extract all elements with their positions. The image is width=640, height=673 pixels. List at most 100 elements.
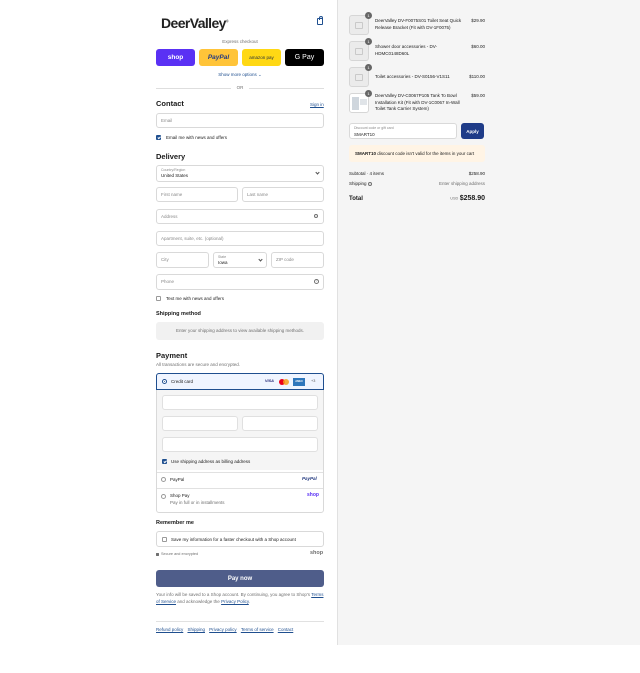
shop-pay-radio[interactable] [161,494,166,499]
state-select[interactable]: State Iowa [213,252,267,268]
terms-of-service-footer-link[interactable]: Terms of service [241,627,274,632]
shop-pay-button[interactable]: shop [156,49,195,66]
zip-field[interactable]: ZIP code [271,252,324,268]
total-label: Total [349,196,363,202]
save-info-checkbox[interactable] [162,537,167,542]
payment-subtext: All transactions are secure and encrypte… [156,362,241,367]
legal-text-part: and acknowledge the [177,598,220,604]
quantity-badge: 1 [365,38,372,45]
card-security-code-field[interactable] [242,416,318,431]
apply-button[interactable]: Apply [461,123,484,139]
shop-pay-label: Shop Pay [170,493,190,498]
text-news-label: Text me with news and offers [166,296,224,301]
legal-period: . [248,598,251,604]
item-name: DeerValley DV-C0067P105 Tank To Bowl Ins… [375,93,460,111]
card-name-field[interactable] [162,437,318,452]
text-news-checkbox[interactable] [156,296,161,301]
credit-card-radio[interactable] [162,379,167,384]
billing-same-checkbox[interactable] [162,459,167,464]
mastercard-circle-orange [283,379,289,385]
pay-now-button[interactable]: Pay now [156,570,324,587]
chevron-down-icon [315,170,320,175]
lock-icon [156,553,159,556]
secure-encrypted-text: Secure and encrypted [161,552,199,556]
save-info-label: Save my information for a faster checkou… [171,537,296,542]
discount-code-field[interactable]: Discount code or gift card SMART10 [349,123,457,139]
card-number-field[interactable] [162,395,318,410]
sign-in-link[interactable]: Sign in [310,102,324,107]
cart-item: 1 Toilet accessories - DV-S0156-V1S11 $1… [349,64,485,89]
apartment-field[interactable]: Apartment, suite, etc. (optional) [156,231,324,246]
first-name-placeholder: First name [161,192,183,197]
subtotal-value: $258.90 [468,171,485,176]
discount-label: Discount code or gift card [354,126,394,130]
shopping-bag-icon[interactable] [317,16,323,25]
email-news-checkbox[interactable] [156,135,161,140]
cart-item: 1 DeerValley DV-C0067P105 Tank To Bowl I… [349,90,485,115]
state-value: Iowa [218,260,228,265]
google-pay-button[interactable]: G Pay [285,49,324,66]
more-cards-badge: +3 [311,379,316,383]
refund-policy-link[interactable]: Refund policy [156,627,183,632]
save-info-option[interactable]: Save my information for a faster checkou… [156,531,324,547]
help-icon[interactable] [367,181,372,186]
card-expiry-field[interactable] [162,416,238,431]
checkout-page: DeerValley® Express checkout shop PayPal… [0,0,640,645]
first-name-field[interactable]: First name [156,187,238,202]
item-name: Toilet accessories - DV-S0156-V1S11 [375,74,450,79]
amazon-pay-button[interactable]: amazon pay [242,49,281,66]
legal-text-part: Your info will be saved to a Shop accoun… [156,592,311,597]
paypal-label: PayPal [170,477,185,482]
item-price: $59.00 [471,93,485,98]
discount-value: SMART10 [354,132,375,137]
shipping-method-box: Enter your shipping address to view avai… [156,322,324,340]
footer-links: Refund policy Shipping Privacy policy Te… [156,627,293,633]
privacy-policy-footer-link[interactable]: Privacy policy [209,627,237,632]
product-image-part [360,99,367,105]
express-checkout-label: Express checkout [222,39,258,44]
shipping-policy-link[interactable]: Shipping [187,627,205,632]
credit-card-option[interactable]: Credit card VISA ●● AMEX +3 [156,373,324,390]
city-field[interactable]: City [156,252,209,268]
chevron-down-icon [258,257,263,262]
shipping-label: Shipping [349,181,367,186]
last-name-field[interactable]: Last name [242,187,324,202]
country-select[interactable]: Country/Region United States [156,165,324,182]
email-field[interactable]: Email [156,113,324,128]
paypal-logo: PayPal [302,476,317,481]
total-value: $258.90 [459,195,485,202]
discount-error-text: SMART10 discount code isn't valid for th… [355,151,474,156]
state-label: State [218,255,227,259]
privacy-policy-link[interactable]: Privacy Policy [221,599,249,604]
search-icon [314,214,318,218]
brand-logo[interactable]: DeerValley® [161,15,229,31]
shop-pay-option[interactable]: Shop Pay Pay in full or in installments … [157,489,323,512]
brand-name: DeerValley [161,15,226,31]
or-divider: OR [156,85,324,91]
total-amount: USD $258.90 [450,195,485,202]
shipping-value: Enter shipping address [438,181,485,186]
phone-field[interactable]: Phone ? [156,274,324,290]
item-name: Shower door accessories - DV-HDMC0148D60… [375,44,438,56]
amex-icon: AMEX [293,378,305,386]
shop-pay-logo: shop [307,492,319,498]
cart-item: 1 Shower door accessories - DV-HDMC0148D… [349,38,485,63]
paypal-option[interactable]: PayPal PayPal [157,473,323,488]
item-name: DeerValley DV-F0075S01 Toilet Seat Quick… [375,18,462,30]
contact-link[interactable]: Contact [278,627,294,632]
paypal-radio[interactable] [161,477,166,482]
show-more-options-link[interactable]: Show more options ⌄ [156,72,324,78]
brand-mark: ® [225,18,229,24]
city-placeholder: City [161,257,169,262]
payment-heading: Payment [156,351,188,360]
currency-code: USD [450,196,459,201]
phone-placeholder: Phone [161,279,175,284]
cart-item: 1 DeerValley DV-F0075S01 Toilet Seat Qui… [349,12,485,37]
shipping-method-message: Enter your shipping address to view avai… [175,328,305,333]
address-field[interactable]: Address [156,209,324,224]
help-icon[interactable]: ? [314,279,319,284]
remember-me-heading: Remember me [156,520,194,526]
item-price: $110.00 [469,74,485,79]
paypal-button[interactable]: PayPal [199,49,238,66]
country-value: United States [161,173,189,178]
